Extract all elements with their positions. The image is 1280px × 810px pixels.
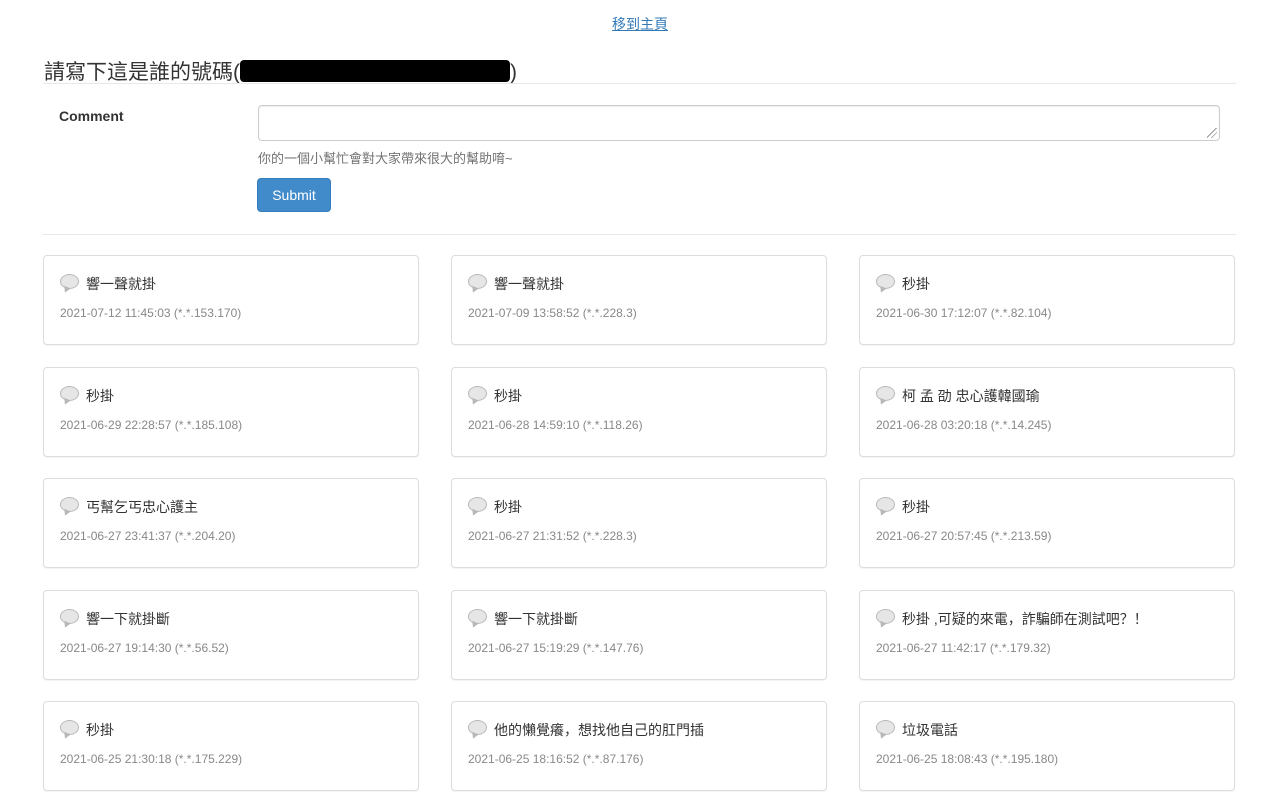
- page-title-suffix: ): [510, 61, 517, 84]
- speech-bubble-icon: [60, 720, 79, 735]
- comment-card: 秒掛 2021-06-27 21:31:52 (*.*.228.3): [451, 478, 827, 568]
- comment-card: 秒掛 2021-06-29 22:28:57 (*.*.185.108): [43, 367, 419, 457]
- page-title-prefix: 請寫下這是誰的號碼(: [44, 61, 240, 84]
- comment-text: 秒掛: [494, 499, 522, 515]
- comment-text: 垃圾電話: [902, 722, 958, 738]
- home-link[interactable]: 移到主頁: [612, 16, 668, 32]
- speech-bubble-icon: [60, 386, 79, 401]
- comment-meta: 2021-06-25 21:30:18 (*.*.175.229): [60, 752, 243, 766]
- speech-bubble-icon: [468, 274, 487, 289]
- comment-text: 秒掛: [86, 722, 114, 738]
- comment-meta: 2021-06-27 20:57:45 (*.*.213.59): [876, 529, 1052, 543]
- comment-card: 秒掛 2021-06-28 14:59:10 (*.*.118.26): [451, 367, 827, 457]
- comment-text: 秒掛: [902, 276, 930, 292]
- comment-text: 秒掛: [494, 388, 522, 404]
- comment-meta: 2021-06-25 18:08:43 (*.*.195.180): [876, 752, 1059, 766]
- divider: [43, 234, 1236, 235]
- comment-meta: 2021-06-28 03:20:18 (*.*.14.245): [876, 418, 1052, 432]
- top-nav: 移到主頁: [0, 14, 1280, 34]
- comment-card: 秒掛 2021-06-27 20:57:45 (*.*.213.59): [859, 478, 1235, 568]
- comment-meta: 2021-06-27 19:14:30 (*.*.56.52): [60, 641, 229, 655]
- speech-bubble-icon: [468, 386, 487, 401]
- comment-card: 響一下就掛斷 2021-06-27 19:14:30 (*.*.56.52): [43, 590, 419, 680]
- comment-meta: 2021-06-30 17:12:07 (*.*.82.104): [876, 306, 1052, 320]
- comment-help-text: 你的一個小幫忙會對大家帶來很大的幫助唷~: [258, 151, 513, 166]
- speech-bubble-icon: [60, 274, 79, 289]
- comment-text: 秒掛: [86, 388, 114, 404]
- comment-text: 秒掛: [902, 499, 930, 515]
- comment-meta: 2021-06-27 23:41:37 (*.*.204.20): [60, 529, 236, 543]
- speech-bubble-icon: [876, 609, 895, 624]
- comment-text: 響一聲就掛: [86, 276, 156, 292]
- comment-meta: 2021-07-12 11:45:03 (*.*.153.170): [60, 306, 242, 320]
- divider: [43, 83, 1236, 84]
- speech-bubble-icon: [468, 497, 487, 512]
- comment-text: 他的懶覺癢，想找他自己的肛門插: [494, 722, 704, 738]
- speech-bubble-icon: [60, 497, 79, 512]
- speech-bubble-icon: [468, 609, 487, 624]
- submit-button[interactable]: Submit: [257, 178, 331, 212]
- comment-card: 秒掛 2021-06-25 21:30:18 (*.*.175.229): [43, 701, 419, 791]
- comment-meta: 2021-06-25 18:16:52 (*.*.87.176): [468, 752, 644, 766]
- comment-card: 柯 孟 劭 忠心護韓國瑜 2021-06-28 03:20:18 (*.*.14.…: [859, 367, 1235, 457]
- comment-meta: 2021-06-27 21:31:52 (*.*.228.3): [468, 529, 637, 543]
- comment-text: 柯 孟 劭 忠心護韓國瑜: [902, 388, 1040, 404]
- comment-card: 丐幫乞丐忠心護主 2021-06-27 23:41:37 (*.*.204.20): [43, 478, 419, 568]
- comment-text: 響一下就掛斷: [494, 611, 578, 627]
- comment-card: 響一下就掛斷 2021-06-27 15:19:29 (*.*.147.76): [451, 590, 827, 680]
- comment-meta: 2021-06-27 11:42:17 (*.*.179.32): [876, 641, 1051, 655]
- resize-handle-icon[interactable]: [1207, 128, 1217, 138]
- speech-bubble-icon: [468, 720, 487, 735]
- comment-meta: 2021-06-27 15:19:29 (*.*.147.76): [468, 641, 644, 655]
- speech-bubble-icon: [876, 720, 895, 735]
- comment-textarea[interactable]: [258, 105, 1220, 141]
- speech-bubble-icon: [876, 274, 895, 289]
- comment-label: Comment: [59, 108, 124, 124]
- speech-bubble-icon: [876, 497, 895, 512]
- comment-text: 丐幫乞丐忠心護主: [86, 499, 198, 515]
- page-title: 請寫下這是誰的號碼(): [44, 56, 517, 86]
- comment-meta: 2021-06-28 14:59:10 (*.*.118.26): [468, 418, 643, 432]
- comment-meta: 2021-06-29 22:28:57 (*.*.185.108): [60, 418, 243, 432]
- comment-card: 響一聲就掛 2021-07-09 13:58:52 (*.*.228.3): [451, 255, 827, 345]
- comment-meta: 2021-07-09 13:58:52 (*.*.228.3): [468, 306, 637, 320]
- comment-text: 響一聲就掛: [494, 276, 564, 292]
- speech-bubble-icon: [876, 386, 895, 401]
- speech-bubble-icon: [60, 609, 79, 624]
- comment-card: 秒掛 2021-06-30 17:12:07 (*.*.82.104): [859, 255, 1235, 345]
- comment-card: 響一聲就掛 2021-07-12 11:45:03 (*.*.153.170): [43, 255, 419, 345]
- comment-text: 響一下就掛斷: [86, 611, 170, 627]
- comment-card: 秒掛 ,可疑的來電，詐騙師在測試吧？！ 2021-06-27 11:42:17 (…: [859, 590, 1235, 680]
- comment-card: 垃圾電話 2021-06-25 18:08:43 (*.*.195.180): [859, 701, 1235, 791]
- redacted-phone-number: [240, 60, 510, 82]
- comment-text: 秒掛 ,可疑的來電，詐騙師在測試吧？！: [902, 611, 1148, 627]
- comment-card: 他的懶覺癢，想找他自己的肛門插 2021-06-25 18:16:52 (*.*.…: [451, 701, 827, 791]
